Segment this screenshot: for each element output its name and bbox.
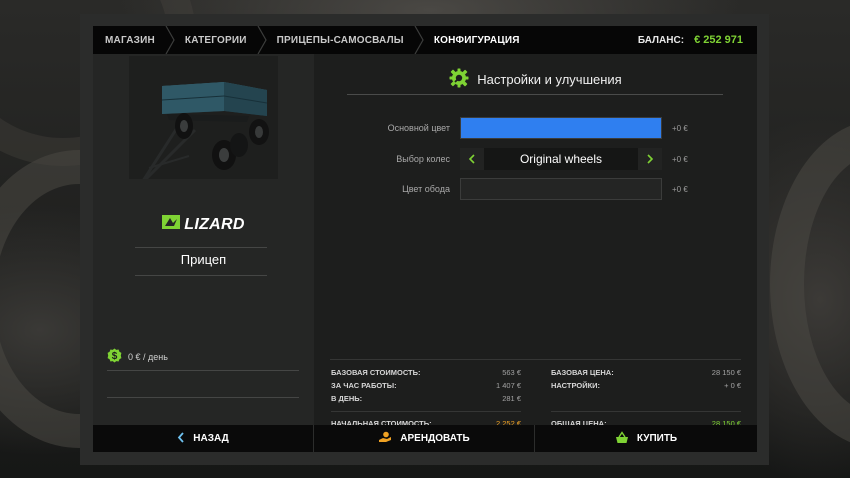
balance-value: € 252 971 <box>694 34 743 46</box>
config-title-text: Настройки и улучшения <box>477 72 622 87</box>
config-panel: Настройки и улучшения Основной цвет +0 €… <box>314 54 757 428</box>
option-price: +0 € <box>672 154 688 164</box>
lizard-logo-icon <box>162 215 181 234</box>
buy-label: КУПИТЬ <box>636 433 678 444</box>
option-rim-color: Цвет обода +0 € <box>314 178 757 200</box>
divider <box>135 247 267 248</box>
buy-costs: БАЗОВАЯ ЦЕНА: 28 150 € НАСТРОЙКИ: + 0 € ОБ… <box>551 366 741 430</box>
divider <box>330 359 741 360</box>
cost-row: ЗА ЧАС РАБОТЫ: 1 407 € <box>331 381 521 390</box>
base-color-swatch[interactable] <box>460 117 662 139</box>
breadcrumb-configuration: КОНФИГУРАЦИЯ <box>433 34 520 46</box>
breadcrumb: МАГАЗИН КАТЕГОРИИ ПРИЦЕПЫ-САМОСВАЛЫ КОНФ… <box>93 26 520 54</box>
chevron-right-icon <box>410 26 428 54</box>
chevron-right-icon <box>161 26 179 54</box>
divider <box>347 94 723 95</box>
breadcrumb-dump-trailers[interactable]: ПРИЦЕПЫ-САМОСВАЛЫ <box>277 26 404 54</box>
wheels-value: Original wheels <box>519 152 603 166</box>
cost-row: НАСТРОЙКИ: + 0 € <box>551 381 741 390</box>
rim-color-swatch[interactable] <box>460 178 662 200</box>
brand-name: LIZARD <box>184 215 245 233</box>
option-base-color: Основной цвет +0 € <box>314 117 757 139</box>
back-label: НАЗАД <box>193 433 229 444</box>
back-button[interactable]: НАЗАД <box>93 425 314 452</box>
option-wheels: Выбор колес Original wheels +0 € <box>314 148 757 170</box>
chevron-right-icon[interactable] <box>637 148 662 170</box>
chevron-left-icon <box>177 431 185 446</box>
buy-basket-icon <box>615 430 629 447</box>
rent-hand-icon <box>378 431 392 446</box>
footer-actions: НАЗАД АРЕНДОВАТЬ КУПИТЬ <box>93 425 757 452</box>
svg-text:$: $ <box>112 351 118 362</box>
rent-costs: БАЗОВАЯ СТОИМОСТЬ: 563 € ЗА ЧАС РАБОТЫ: 1 … <box>331 366 521 430</box>
cost-row: В ДЕНЬ: 281 € <box>331 394 521 403</box>
dollar-icon: $ <box>107 348 122 365</box>
rent-rate-value: 0 € / день <box>128 351 168 362</box>
rent-label: АРЕНДОВАТЬ <box>400 433 470 444</box>
breadcrumb-categories[interactable]: КАТЕГОРИИ <box>185 26 247 54</box>
balance-label: БАЛАНС: <box>637 34 685 46</box>
breadcrumb-shop[interactable]: МАГАЗИН <box>105 26 155 54</box>
wheels-selector[interactable]: Original wheels <box>460 148 662 170</box>
trailer-image <box>129 56 278 186</box>
gear-icon <box>449 68 469 91</box>
item-name: Прицеп <box>180 252 227 267</box>
divider <box>107 397 299 398</box>
chevron-left-icon[interactable] <box>460 148 484 170</box>
cost-row: БАЗОВАЯ СТОИМОСТЬ: 563 € <box>331 368 521 377</box>
rent-button[interactable]: АРЕНДОВАТЬ <box>314 425 535 452</box>
shop-config-window: МАГАЗИН КАТЕГОРИИ ПРИЦЕПЫ-САМОСВАЛЫ КОНФ… <box>80 14 769 465</box>
buy-button[interactable]: КУПИТЬ <box>535 425 757 452</box>
chevron-right-icon <box>253 26 271 54</box>
divider <box>107 370 299 371</box>
divider <box>135 275 267 276</box>
config-title: Настройки и улучшения <box>314 68 757 91</box>
balance: БАЛАНС: € 252 971 <box>638 34 757 46</box>
option-label: Основной цвет <box>387 123 450 133</box>
cost-row: БАЗОВАЯ ЦЕНА: 28 150 € <box>551 368 741 377</box>
brand-logo: LIZARD <box>93 215 314 234</box>
option-label: Выбор колес <box>396 154 450 164</box>
top-bar: МАГАЗИН КАТЕГОРИИ ПРИЦЕПЫ-САМОСВАЛЫ КОНФ… <box>93 26 757 54</box>
option-label: Цвет обода <box>402 184 450 194</box>
option-price: +0 € <box>672 184 688 194</box>
rent-rate: $ 0 € / день <box>107 348 168 365</box>
item-panel: LIZARD Прицеп $ 0 € / день <box>93 54 314 425</box>
option-price: +0 € <box>672 123 688 133</box>
